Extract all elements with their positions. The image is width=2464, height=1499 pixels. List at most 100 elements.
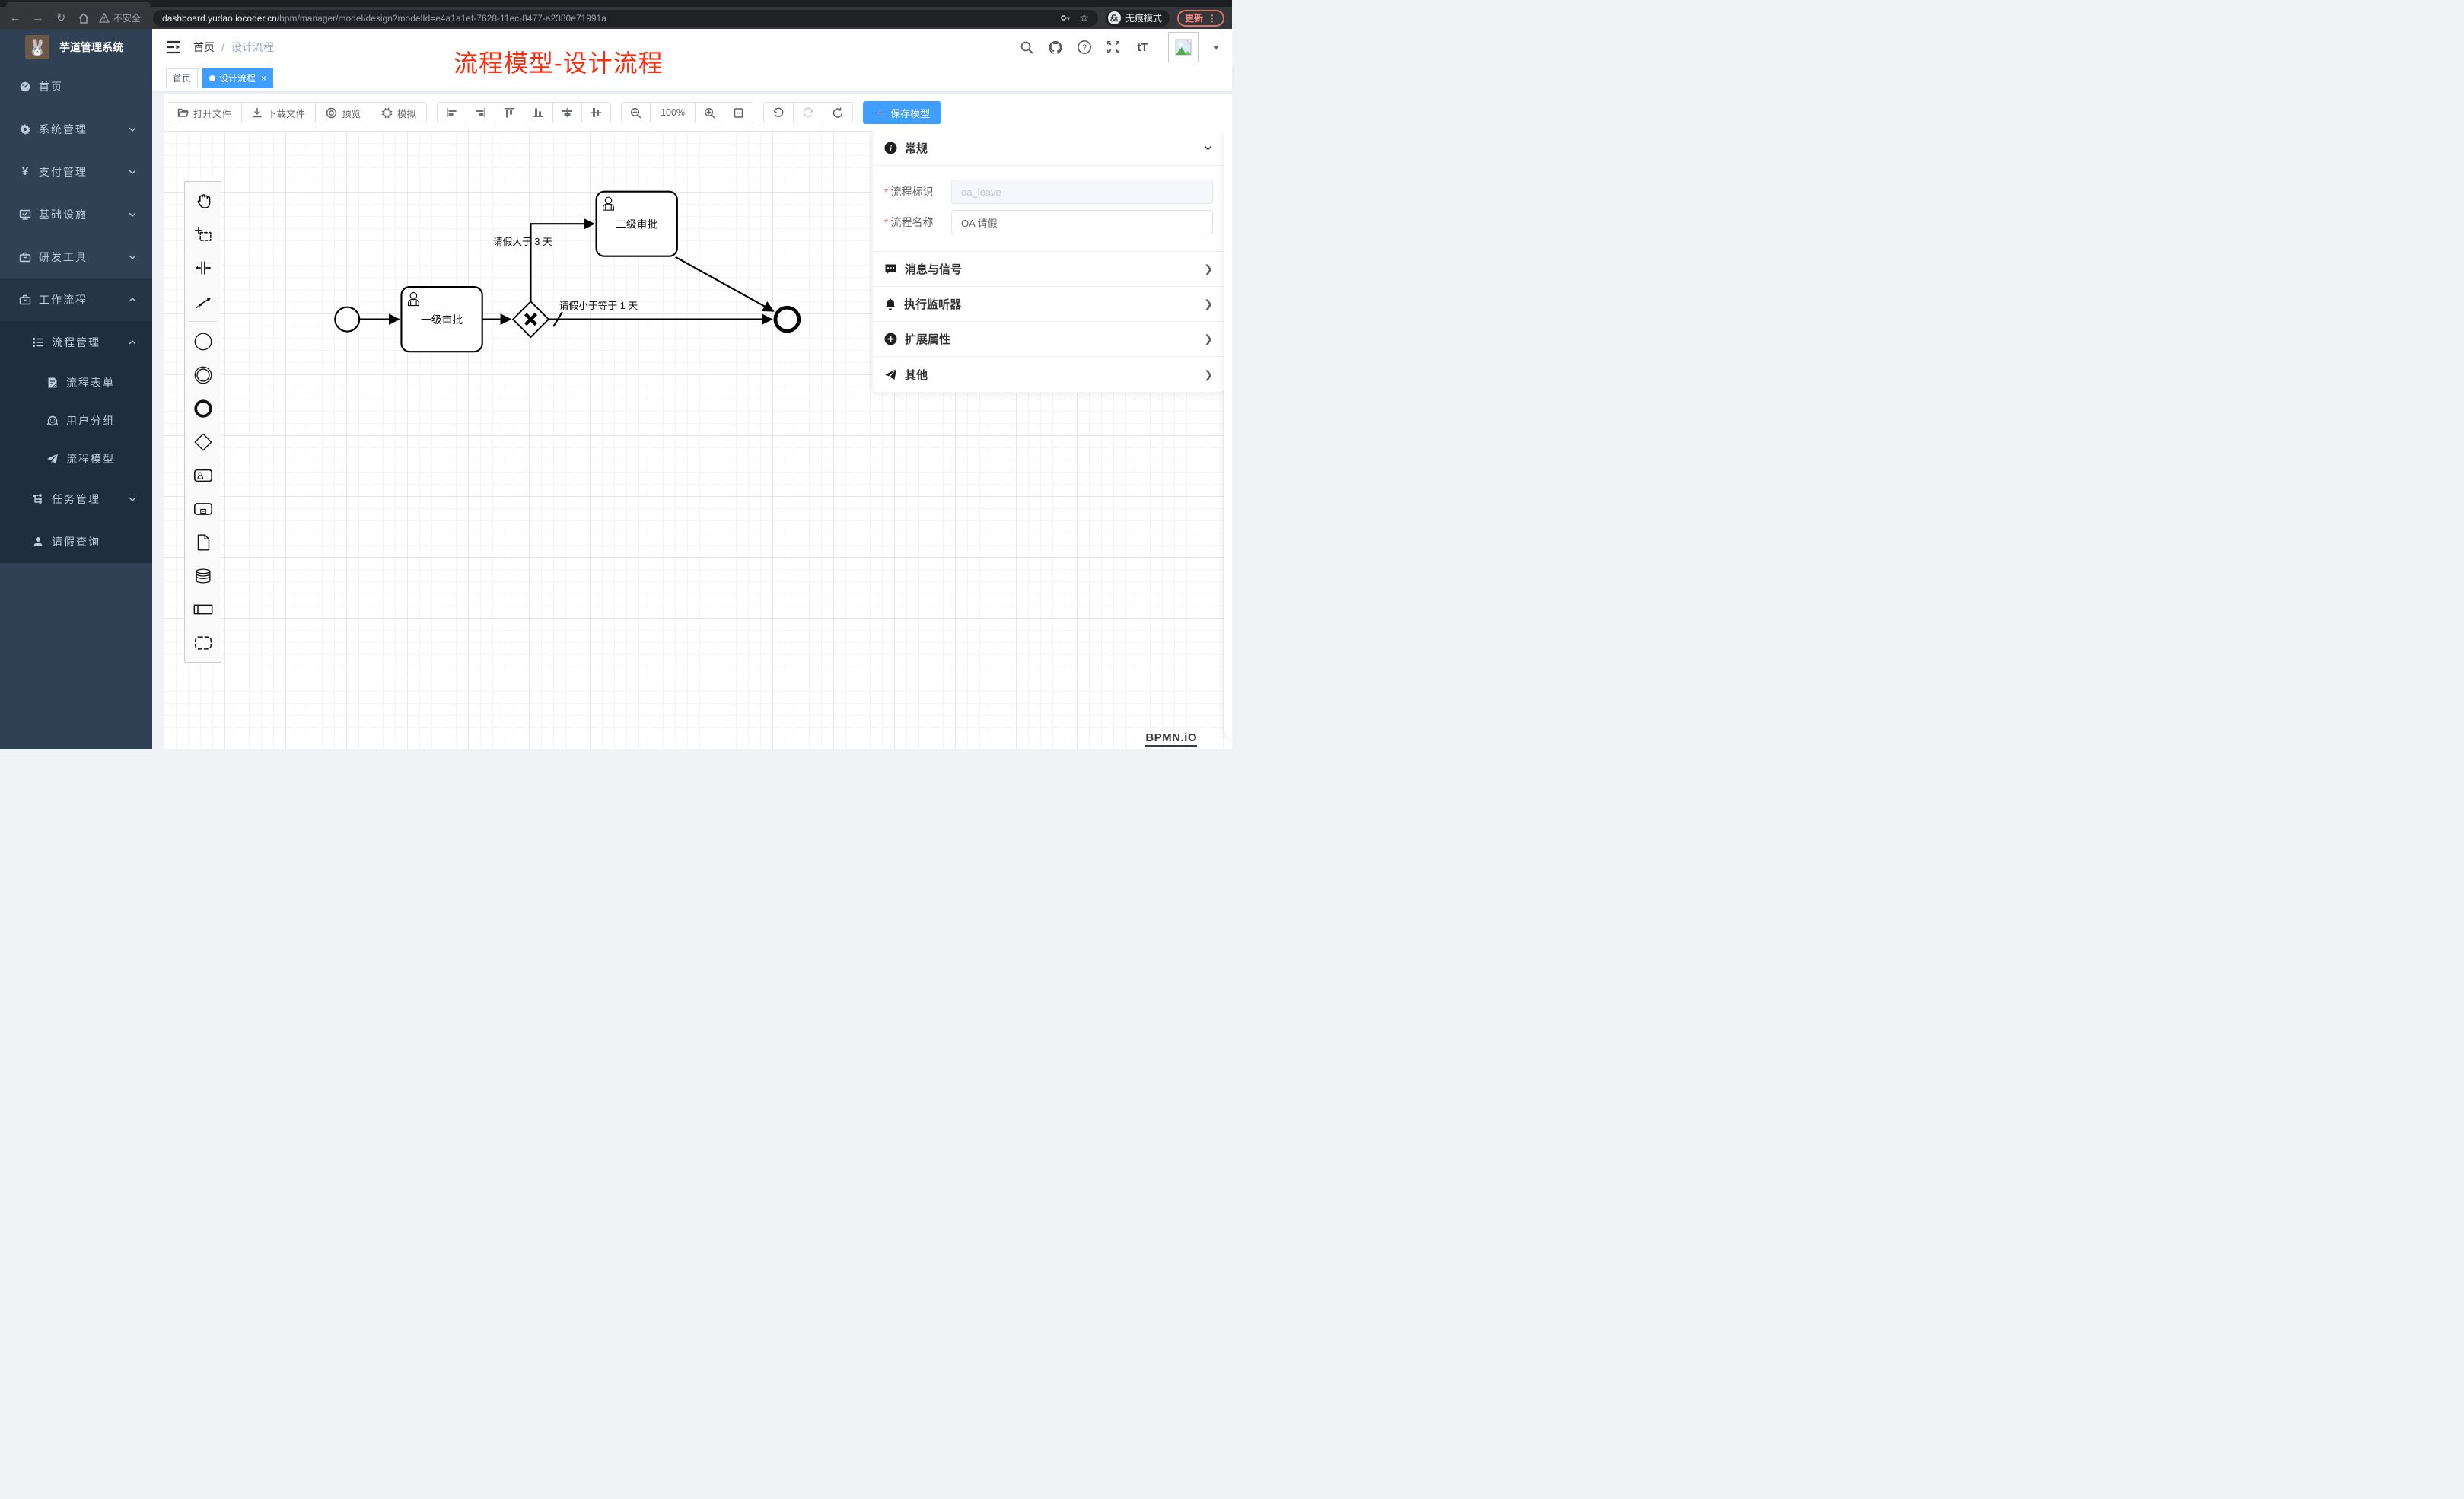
browser-menu-icon[interactable]: ⋮ [1208, 13, 1217, 24]
security-indicator[interactable]: 不安全 [99, 11, 145, 24]
sidebar-item-user-group[interactable]: 用户分组 [0, 402, 152, 440]
data-object-icon[interactable] [186, 526, 219, 559]
address-bar[interactable]: dashboard.yudao.iocoder.cn/bpm/manager/m… [153, 10, 1098, 27]
search-icon[interactable] [1019, 40, 1034, 55]
data-store-icon[interactable] [186, 559, 219, 593]
participant-icon[interactable] [186, 593, 219, 626]
user-task-level2[interactable]: 二级审批 [597, 192, 677, 256]
redo-icon [802, 107, 814, 119]
avatar[interactable] [1168, 32, 1199, 62]
sidebar-item-home[interactable]: 首页 [0, 65, 152, 108]
sidebar-item-system[interactable]: 系统管理 [0, 108, 152, 151]
field-label: 流程名称 [890, 216, 933, 228]
flow-label-le1[interactable]: 请假小于等于 1 天 [559, 300, 638, 311]
zoom-out-button[interactable] [622, 103, 650, 123]
paper-plane-icon [46, 453, 59, 465]
start-event-icon[interactable] [186, 325, 219, 358]
app-logo[interactable]: 🐰 芋道管理系统 [0, 29, 152, 65]
flow-label-gt3[interactable]: 请假大于 3 天 [493, 236, 552, 247]
undo-button[interactable] [764, 103, 793, 123]
sidebar-item-devtools[interactable]: 研发工具 [0, 236, 152, 278]
sub-process-icon[interactable] [186, 492, 219, 526]
user-task-level1[interactable]: 一级审批 [401, 287, 482, 352]
sidebar-item-process-model[interactable]: 流程模型 [0, 440, 152, 478]
section-title: 扩展属性 [905, 331, 950, 347]
panel-scroll-gutter[interactable] [1224, 131, 1232, 737]
list-icon [32, 336, 44, 348]
sidebar-item-payment[interactable]: ¥ 支付管理 [0, 151, 152, 193]
gateway-icon[interactable] [186, 425, 219, 459]
designer-card: 打开文件 下载文件 预览 模拟 [164, 94, 1232, 750]
end-event[interactable] [775, 307, 799, 331]
sidebar-item-task-mgmt[interactable]: 任务管理 [0, 478, 152, 520]
hand-tool-icon[interactable] [186, 184, 219, 218]
sidebar-item-leave-query[interactable]: 请假查询 [0, 520, 152, 563]
browser-tab[interactable] [6, 2, 151, 7]
sidebar-item-process-mgmt[interactable]: 流程管理 [0, 321, 152, 364]
sidebar-item-infra[interactable]: 基础设施 [0, 193, 152, 236]
field-label: 流程标识 [890, 186, 933, 198]
browser-chrome: ← → ↻ 不安全 dashboard.yudao.iocoder.cn/bpm… [0, 0, 1232, 29]
sidebar-item-workflow[interactable]: 工作流程 [0, 278, 152, 321]
simulate-button[interactable]: 模拟 [371, 103, 426, 123]
font-size-icon[interactable]: tT [1135, 40, 1150, 55]
sidebar-collapse-icon[interactable] [166, 40, 181, 54]
panel-section-message[interactable]: 消息与信号 ❯ [873, 252, 1224, 287]
group-icon[interactable] [186, 626, 219, 660]
align-top-button[interactable] [495, 103, 524, 123]
save-model-button[interactable]: ＋ 保存模型 [863, 101, 941, 124]
zoom-in-button[interactable] [695, 103, 724, 123]
close-icon[interactable]: × [261, 73, 266, 84]
intermediate-event-icon[interactable] [186, 358, 219, 392]
panel-section-listener[interactable]: 执行监听器 ❯ [873, 287, 1224, 322]
reload-icon[interactable]: ↻ [53, 11, 68, 26]
process-name-input[interactable] [951, 210, 1213, 234]
align-middle-button[interactable] [552, 103, 581, 123]
panel-section-extension[interactable]: 扩展属性 ❯ [873, 322, 1224, 357]
toolbox-icon [19, 251, 31, 263]
space-tool-icon[interactable] [186, 251, 219, 285]
panel-section-other[interactable]: 其他 ❯ [873, 357, 1224, 392]
bookmark-star-icon[interactable]: ☆ [1079, 11, 1089, 24]
end-event-icon[interactable] [186, 392, 219, 425]
user-task-icon[interactable] [186, 459, 219, 492]
global-connect-tool-icon[interactable] [186, 285, 219, 318]
key-icon[interactable] [1060, 12, 1071, 24]
align-bottom-button[interactable] [524, 103, 552, 123]
sidebar-item-process-form[interactable]: 流程表单 [0, 364, 152, 402]
tag-home[interactable]: 首页 [166, 68, 198, 88]
preview-button[interactable]: 预览 [315, 103, 371, 123]
bpmn-io-watermark[interactable]: BPMN.iO [1145, 731, 1197, 747]
fullscreen-icon[interactable] [1106, 40, 1121, 55]
panel-section-general[interactable]: i 常规 [873, 131, 1224, 166]
restart-button[interactable] [823, 103, 852, 123]
incognito-label: 无痕模式 [1125, 11, 1162, 24]
bpmn-canvas[interactable]: 一级审批 请假大于 3 天 [164, 131, 1232, 750]
sequence-flow[interactable] [676, 257, 774, 311]
avatar-dropdown-icon[interactable]: ▾ [1214, 43, 1218, 53]
zoom-fit-button[interactable] [724, 103, 753, 123]
open-file-button[interactable]: 打开文件 [167, 103, 241, 123]
download-file-button[interactable]: 下载文件 [241, 103, 315, 123]
sidebar-item-label: 首页 [39, 79, 63, 94]
url-host: dashboard.yudao.iocoder.cn [162, 13, 277, 24]
exclusive-gateway[interactable] [513, 301, 549, 337]
align-center-button[interactable] [581, 103, 610, 123]
breadcrumb-home[interactable]: 首页 [193, 40, 215, 55]
help-icon[interactable]: ? [1077, 40, 1092, 55]
align-right-button[interactable] [466, 103, 495, 123]
browser-update-button[interactable]: 更新 ⋮ [1177, 10, 1224, 27]
tag-design-process[interactable]: 设计流程 × [202, 68, 273, 88]
forward-icon[interactable]: → [30, 11, 46, 26]
back-icon[interactable]: ← [8, 11, 23, 26]
process-key-input[interactable] [951, 180, 1213, 204]
align-left-button[interactable] [438, 103, 466, 123]
section-title: 其他 [905, 367, 928, 383]
start-event[interactable] [335, 307, 359, 332]
github-icon[interactable] [1048, 40, 1063, 55]
align-middle-icon [562, 107, 573, 118]
redo-button[interactable] [793, 103, 823, 123]
home-icon[interactable] [76, 11, 91, 26]
lasso-tool-icon[interactable] [186, 218, 219, 251]
task-label: 一级审批 [421, 313, 463, 326]
